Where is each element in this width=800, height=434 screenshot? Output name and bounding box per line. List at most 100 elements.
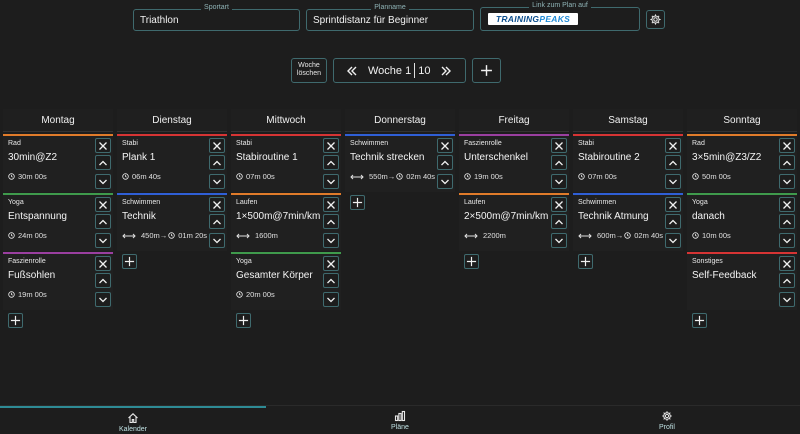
- workout-card[interactable]: Yoga danach 10m 00s: [687, 193, 797, 251]
- remove-workout-button[interactable]: [209, 138, 225, 153]
- remove-workout-button[interactable]: [665, 138, 681, 153]
- move-down-button[interactable]: [209, 174, 225, 189]
- remove-workout-button[interactable]: [323, 256, 339, 271]
- move-down-button[interactable]: [323, 174, 339, 189]
- remove-workout-button[interactable]: [779, 197, 795, 212]
- add-week-button[interactable]: [472, 58, 501, 83]
- add-workout-button[interactable]: [578, 254, 593, 269]
- workout-card[interactable]: Faszienrolle Unterschenkel 19m 00s: [459, 134, 569, 192]
- remove-workout-button[interactable]: [323, 197, 339, 212]
- remove-workout-button[interactable]: [95, 138, 111, 153]
- remove-workout-button[interactable]: [95, 256, 111, 271]
- sport-field[interactable]: Sportart Triathlon: [133, 4, 300, 31]
- workout-card[interactable]: Faszienrolle Fußsohlen 19m 00s: [3, 252, 113, 310]
- workout-card[interactable]: Rad 3×5min@Z3/Z2 50m 00s: [687, 134, 797, 192]
- workout-card[interactable]: Laufen 2×500m@7min/km 2200m: [459, 193, 569, 251]
- next-week-icon[interactable]: [440, 65, 452, 77]
- workout-card[interactable]: Schwimmen Technik Atmung 600m → 02m 40s: [573, 193, 683, 251]
- move-down-button[interactable]: [779, 174, 795, 189]
- move-down-button[interactable]: [779, 292, 795, 307]
- workout-meta: 19m 00s: [8, 290, 47, 299]
- nav-plaene[interactable]: Pläne: [267, 406, 533, 434]
- workout-card[interactable]: Yoga Gesamter Körper 20m 00s: [231, 252, 341, 310]
- workout-distance: 600m: [597, 231, 616, 240]
- move-up-button[interactable]: [323, 155, 339, 170]
- move-up-button[interactable]: [209, 155, 225, 170]
- move-down-button[interactable]: [95, 292, 111, 307]
- move-up-button[interactable]: [551, 214, 567, 229]
- add-workout-button[interactable]: [464, 254, 479, 269]
- move-down-button[interactable]: [779, 233, 795, 248]
- chevron-down-icon: [212, 178, 222, 186]
- close-icon: [440, 141, 450, 151]
- plan-link-field[interactable]: Link zum Plan auf TRAINING PEAKS: [480, 2, 640, 31]
- workout-card[interactable]: Schwimmen Technik strecken 550m → 02m 40s: [345, 134, 455, 192]
- workout-title: Technik: [122, 211, 156, 222]
- move-down-button[interactable]: [665, 233, 681, 248]
- workout-duration: 01m 20s: [178, 231, 208, 240]
- move-down-button[interactable]: [209, 233, 225, 248]
- clock-icon: [692, 173, 699, 180]
- move-up-button[interactable]: [95, 155, 111, 170]
- move-down-button[interactable]: [551, 174, 567, 189]
- move-up-button[interactable]: [323, 273, 339, 288]
- move-up-button[interactable]: [95, 273, 111, 288]
- remove-workout-button[interactable]: [95, 197, 111, 212]
- workout-distance: 550m: [369, 172, 388, 181]
- workout-card[interactable]: Rad 30min@Z2 30m 00s: [3, 134, 113, 192]
- settings-button[interactable]: [646, 10, 665, 29]
- move-down-button[interactable]: [437, 174, 453, 189]
- workout-card[interactable]: Stabi Plank 1 06m 40s: [117, 134, 227, 192]
- move-up-button[interactable]: [779, 214, 795, 229]
- clock-icon: [8, 173, 15, 180]
- delete-week-button[interactable]: Woche löschen: [291, 58, 327, 83]
- add-workout-button[interactable]: [122, 254, 137, 269]
- close-icon: [212, 200, 222, 210]
- move-down-button[interactable]: [323, 233, 339, 248]
- workout-card[interactable]: Laufen 1×500m@7min/km 1600m: [231, 193, 341, 251]
- move-up-button[interactable]: [323, 214, 339, 229]
- add-workout-button[interactable]: [8, 313, 23, 328]
- remove-workout-button[interactable]: [551, 138, 567, 153]
- remove-workout-button[interactable]: [209, 197, 225, 212]
- week-divider: [414, 63, 416, 78]
- nav-profil[interactable]: Profil: [534, 406, 800, 434]
- add-workout-button[interactable]: [236, 313, 251, 328]
- workout-card[interactable]: Stabi Stabiroutine 2 07m 00s: [573, 134, 683, 192]
- move-up-button[interactable]: [437, 155, 453, 170]
- move-down-button[interactable]: [323, 292, 339, 307]
- workout-title: Plank 1: [122, 152, 156, 163]
- move-up-button[interactable]: [665, 214, 681, 229]
- move-down-button[interactable]: [665, 174, 681, 189]
- add-workout-button[interactable]: [692, 313, 707, 328]
- move-down-button[interactable]: [95, 174, 111, 189]
- workout-meta: 19m 00s: [464, 172, 503, 181]
- plan-name-field[interactable]: Planname Sprintdistanz für Beginner: [306, 4, 474, 31]
- remove-workout-button[interactable]: [437, 138, 453, 153]
- plus-icon: [352, 197, 363, 208]
- move-up-button[interactable]: [209, 214, 225, 229]
- move-up-button[interactable]: [95, 214, 111, 229]
- move-up-button[interactable]: [551, 155, 567, 170]
- move-up-button[interactable]: [779, 155, 795, 170]
- prev-week-icon[interactable]: [346, 65, 358, 77]
- workout-card[interactable]: Yoga Entspannung 24m 00s: [3, 193, 113, 251]
- workout-card[interactable]: Schwimmen Technik 450m → 01m 20s: [117, 193, 227, 251]
- workout-duration: 07m 00s: [246, 172, 275, 181]
- remove-workout-button[interactable]: [323, 138, 339, 153]
- workout-card[interactable]: Stabi Stabiroutine 1 07m 00s: [231, 134, 341, 192]
- remove-workout-button[interactable]: [551, 197, 567, 212]
- move-down-button[interactable]: [95, 233, 111, 248]
- remove-workout-button[interactable]: [665, 197, 681, 212]
- workout-card[interactable]: Sonstiges Self-Feedback: [687, 252, 797, 310]
- close-icon: [98, 259, 108, 269]
- move-down-button[interactable]: [551, 233, 567, 248]
- add-workout-button[interactable]: [350, 195, 365, 210]
- move-up-button[interactable]: [779, 273, 795, 288]
- remove-workout-button[interactable]: [779, 138, 795, 153]
- trainingpeaks-logo[interactable]: TRAINING PEAKS: [488, 13, 578, 25]
- move-up-button[interactable]: [665, 155, 681, 170]
- remove-workout-button[interactable]: [779, 256, 795, 271]
- nav-kalender[interactable]: Kalender: [0, 406, 266, 434]
- clock-icon: [236, 291, 243, 298]
